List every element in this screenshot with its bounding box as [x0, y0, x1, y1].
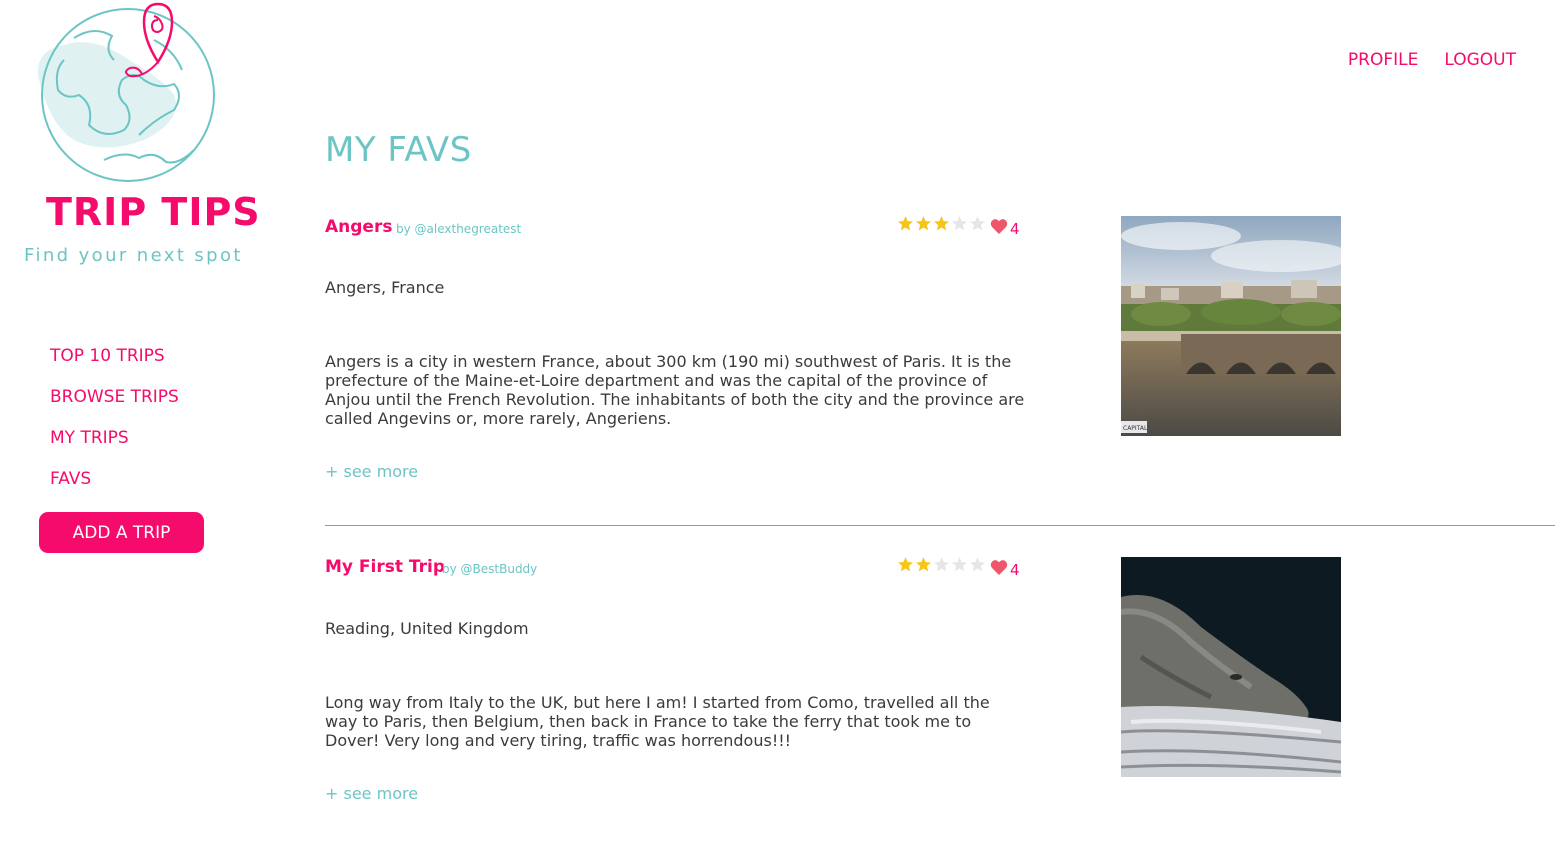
profile-link[interactable]: PROFILE [1348, 50, 1418, 70]
header-links: PROFILE LOGOUT [1348, 50, 1516, 70]
logout-link[interactable]: LOGOUT [1444, 50, 1516, 70]
likes: 4 [990, 214, 1020, 238]
like-count: 4 [1010, 220, 1020, 238]
trip-title[interactable]: My First Trip [325, 557, 445, 577]
likes: 4 [990, 555, 1020, 579]
add-trip-button[interactable]: ADD A TRIP [39, 512, 204, 553]
see-more-link[interactable]: + see more [325, 784, 418, 803]
star-filled-icon [897, 557, 914, 572]
sidebar-link-favs[interactable]: FAVS [50, 469, 91, 489]
trip-title[interactable]: Angers [325, 217, 392, 237]
trip-author[interactable]: by @alexthegreatest [396, 222, 521, 236]
svg-text:CAPITAL: CAPITAL [1123, 425, 1148, 432]
trip-description: Angers is a city in western France, abou… [325, 352, 1025, 428]
star-empty-icon [969, 216, 986, 231]
trip-location: Angers, France [325, 278, 445, 297]
sidebar-link-my-trips[interactable]: MY TRIPS [50, 428, 129, 448]
star-rating [897, 215, 986, 232]
sleeping-dog-photo[interactable] [1121, 557, 1341, 777]
star-rating [897, 556, 986, 573]
page: TRIP TIPS Find your next spot TOP 10 TRI… [0, 0, 1555, 853]
sidebar-item-browse-trips: BROWSE TRIPS [50, 387, 179, 428]
heart-icon[interactable] [990, 218, 1008, 235]
brand-tagline: Find your next spot [24, 245, 243, 266]
sidebar-link-top-10-trips[interactable]: TOP 10 TRIPS [50, 346, 165, 366]
star-filled-icon [915, 557, 932, 572]
sidebar-nav: TOP 10 TRIPS BROWSE TRIPS MY TRIPS FAVS [50, 346, 179, 510]
sidebar-item-top-10-trips: TOP 10 TRIPS [50, 346, 179, 387]
page-title: MY FAVS [325, 130, 472, 170]
like-count: 4 [1010, 561, 1020, 579]
star-empty-icon [951, 557, 968, 572]
trip-card: Angers by @alexthegreatest 4 Angers, Fra… [325, 212, 1555, 526]
trip-location: Reading, United Kingdom [325, 619, 529, 638]
sidebar-item-my-trips: MY TRIPS [50, 428, 179, 469]
star-filled-icon [897, 216, 914, 231]
star-filled-icon [915, 216, 932, 231]
trip-author[interactable]: by @BestBuddy [442, 562, 537, 576]
star-empty-icon [951, 216, 968, 231]
globe-logo-icon[interactable] [34, 0, 224, 185]
star-empty-icon [969, 557, 986, 572]
brand-name: TRIP TIPS [46, 190, 261, 234]
city-river-bridge-photo[interactable]: CAPITAL [1121, 216, 1341, 436]
trip-description: Long way from Italy to the UK, but here … [325, 693, 990, 750]
sidebar-item-favs: FAVS [50, 469, 179, 510]
star-filled-icon [933, 216, 950, 231]
sidebar-link-browse-trips[interactable]: BROWSE TRIPS [50, 387, 179, 407]
trip-card: My First Trip by @BestBuddy 4 Reading, U… [325, 553, 1555, 843]
heart-icon[interactable] [990, 559, 1008, 576]
see-more-link[interactable]: + see more [325, 462, 418, 481]
star-empty-icon [933, 557, 950, 572]
